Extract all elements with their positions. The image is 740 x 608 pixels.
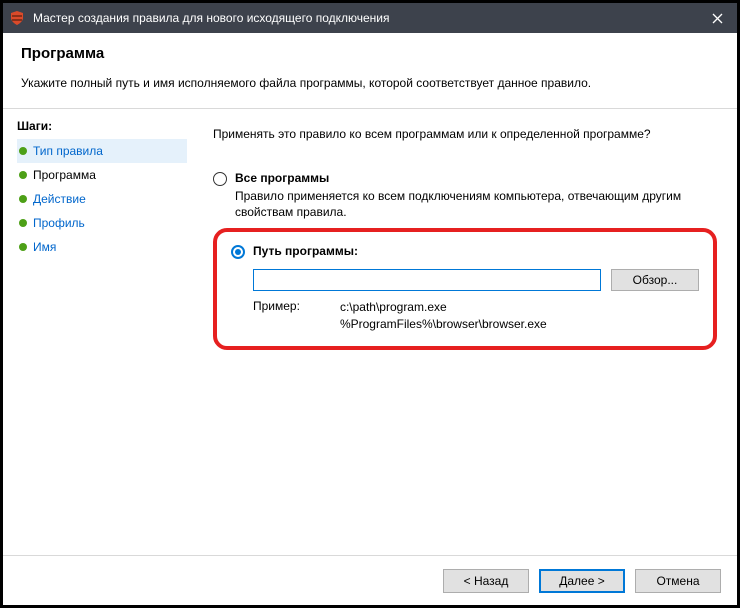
main-panel: Применять это правило ко всем программам… bbox=[193, 109, 737, 555]
titlebar: Мастер создания правила для нового исход… bbox=[3, 3, 737, 33]
example-values: c:\path\program.exe %ProgramFiles%\brows… bbox=[340, 299, 547, 331]
main-prompt: Применять это правило ко всем программам… bbox=[213, 127, 717, 141]
radio-all-programs-label[interactable]: Все программы bbox=[235, 171, 329, 185]
window-title: Мастер создания правила для нового исход… bbox=[33, 11, 697, 25]
page-subtitle: Укажите полный путь и имя исполняемого ф… bbox=[21, 76, 719, 90]
step-bullet-icon bbox=[19, 171, 27, 179]
close-icon bbox=[712, 13, 723, 24]
wizard-body: Шаги: Тип правила Программа Действие Про… bbox=[3, 108, 737, 555]
step-name[interactable]: Имя bbox=[17, 235, 187, 259]
back-button[interactable]: < Назад bbox=[443, 569, 529, 593]
cancel-button[interactable]: Отмена bbox=[635, 569, 721, 593]
step-bullet-icon bbox=[19, 147, 27, 155]
steps-heading: Шаги: bbox=[17, 119, 187, 133]
radio-program-path-label[interactable]: Путь программы: bbox=[253, 244, 358, 258]
browse-button[interactable]: Обзор... bbox=[611, 269, 699, 291]
step-bullet-icon bbox=[19, 243, 27, 251]
option-all-programs: Все программы Правило применяется ко все… bbox=[213, 171, 717, 220]
all-programs-desc: Правило применяется ко всем подключениям… bbox=[235, 188, 717, 220]
step-profile[interactable]: Профиль bbox=[17, 211, 187, 235]
wizard-footer: < Назад Далее > Отмена bbox=[3, 555, 737, 605]
wizard-window: Мастер создания правила для нового исход… bbox=[0, 0, 740, 608]
example-label: Пример: bbox=[253, 299, 300, 331]
step-program[interactable]: Программа bbox=[17, 163, 187, 187]
close-button[interactable] bbox=[697, 3, 737, 33]
wizard-header: Программа Укажите полный путь и имя испо… bbox=[3, 33, 737, 108]
program-path-input[interactable] bbox=[253, 269, 601, 291]
radio-all-programs[interactable] bbox=[213, 172, 227, 186]
step-rule-type[interactable]: Тип правила bbox=[17, 139, 187, 163]
step-bullet-icon bbox=[19, 219, 27, 227]
step-bullet-icon bbox=[19, 195, 27, 203]
next-button[interactable]: Далее > bbox=[539, 569, 625, 593]
radio-program-path[interactable] bbox=[231, 245, 245, 259]
step-action[interactable]: Действие bbox=[17, 187, 187, 211]
page-title: Программа bbox=[21, 45, 719, 62]
firewall-shield-icon bbox=[9, 10, 25, 26]
steps-sidebar: Шаги: Тип правила Программа Действие Про… bbox=[3, 109, 193, 555]
program-path-highlight: Путь программы: Обзор... Пример: c:\path… bbox=[213, 228, 717, 349]
